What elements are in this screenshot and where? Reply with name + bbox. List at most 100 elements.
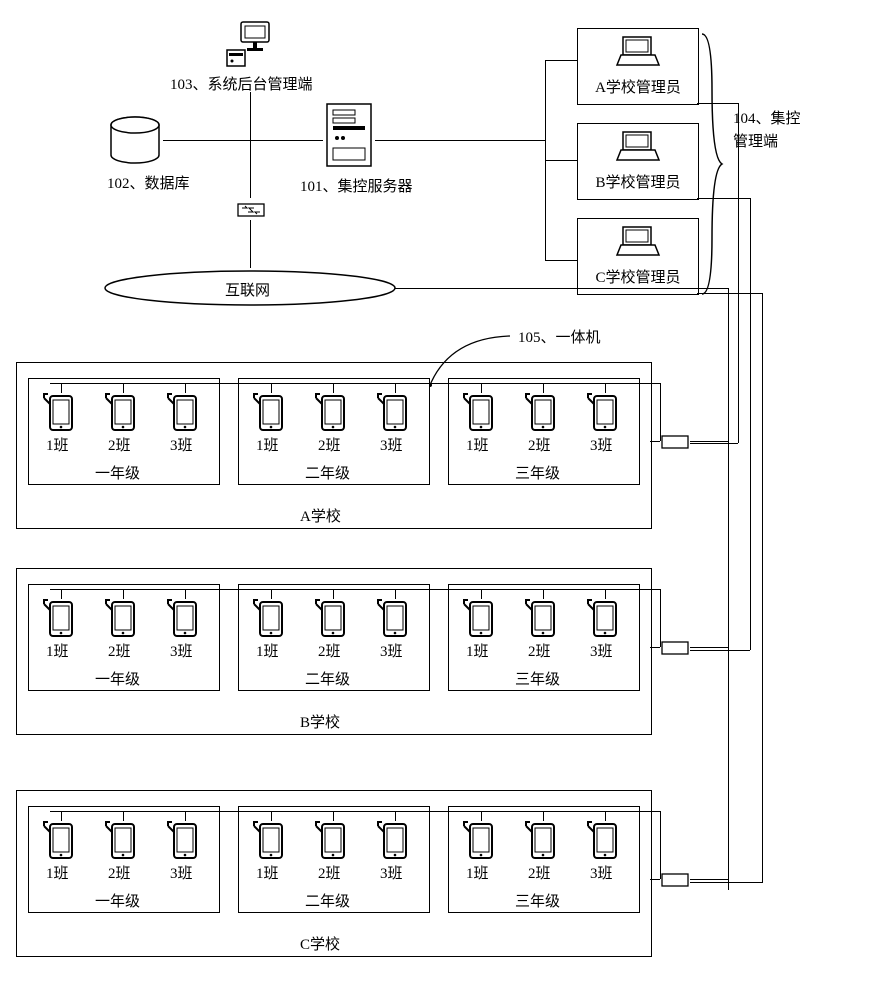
grade-label: 二年级 [305, 890, 350, 911]
switch-icon [660, 636, 690, 658]
tablet-icon [252, 390, 286, 434]
tablet-device [524, 390, 558, 439]
class-label: 1班 [466, 434, 489, 455]
tablet-icon [104, 818, 138, 862]
tablet-icon [42, 390, 76, 434]
tablet-device [524, 596, 558, 645]
tablet-icon [524, 390, 558, 434]
class-label: 2班 [108, 434, 131, 455]
tablet-icon [314, 390, 348, 434]
database-icon [108, 115, 163, 165]
tablet-icon [462, 596, 496, 640]
tablet-device [462, 390, 496, 439]
tablet-icon [462, 818, 496, 862]
tablet-icon [104, 390, 138, 434]
tablet-icon [376, 390, 410, 434]
tablet-device [252, 596, 286, 645]
tablet-device [166, 390, 200, 439]
tablet-device [104, 596, 138, 645]
tablet-icon [252, 818, 286, 862]
grade-label: 二年级 [305, 462, 350, 483]
tablet-icon [166, 596, 200, 640]
tablet-icon [252, 596, 286, 640]
class-label: 3班 [170, 862, 193, 883]
class-label: 1班 [466, 640, 489, 661]
class-label: 1班 [256, 640, 279, 661]
tablet-device [42, 818, 76, 867]
tablet-device [462, 818, 496, 867]
grade-label: 一年级 [95, 462, 140, 483]
server-icon [323, 100, 375, 170]
tablet-device [524, 818, 558, 867]
tablet-device [314, 390, 348, 439]
tablet-icon [462, 390, 496, 434]
class-label: 3班 [590, 434, 613, 455]
admin-b-label: B学校管理员 [578, 171, 698, 192]
tablet-icon [314, 818, 348, 862]
tablet-icon [586, 596, 620, 640]
tablet-icon [166, 390, 200, 434]
class-label: 3班 [380, 434, 403, 455]
tablet-icon [42, 818, 76, 862]
server-label: 101、集控服务器 [300, 175, 413, 196]
class-label: 3班 [170, 640, 193, 661]
tablet-icon [42, 596, 76, 640]
grade-label: 二年级 [305, 668, 350, 689]
backend-label: 103、系统后台管理端 [170, 73, 313, 94]
class-label: 1班 [46, 640, 69, 661]
tablet-device [252, 390, 286, 439]
tablet-device [104, 390, 138, 439]
laptop-icon [615, 225, 661, 259]
tablet-device [42, 596, 76, 645]
class-label: 1班 [256, 434, 279, 455]
tablet-device [376, 390, 410, 439]
class-label: 1班 [256, 862, 279, 883]
class-label: 2班 [528, 434, 551, 455]
admin-a-label: A学校管理员 [578, 76, 698, 97]
tablet-device [462, 596, 496, 645]
class-label: 3班 [380, 640, 403, 661]
admin-c-box: C学校管理员 [577, 218, 699, 295]
tablet-icon [524, 818, 558, 862]
class-label: 1班 [466, 862, 489, 883]
class-label: 2班 [528, 862, 551, 883]
tablet-device [314, 596, 348, 645]
tablet-icon [376, 596, 410, 640]
class-label: 2班 [318, 434, 341, 455]
tablet-icon [586, 818, 620, 862]
ctrl-term-label: 104、集控 管理端 [733, 108, 801, 153]
class-label: 1班 [46, 434, 69, 455]
laptop-icon [615, 35, 661, 69]
tablet-icon [314, 596, 348, 640]
tablet-icon [586, 390, 620, 434]
school-a-title: A学校 [300, 505, 341, 526]
class-label: 1班 [46, 862, 69, 883]
switch-icon [236, 198, 266, 220]
desktop-computer-icon [225, 20, 275, 70]
tablet-device [166, 596, 200, 645]
tablet-device [252, 818, 286, 867]
tablet-icon [104, 596, 138, 640]
tablet-device [166, 818, 200, 867]
tablet-icon [376, 818, 410, 862]
tablet-device [42, 390, 76, 439]
laptop-icon [615, 130, 661, 164]
switch-icon [660, 430, 690, 452]
grade-label: 三年级 [515, 890, 560, 911]
aio-label: 105、一体机 [518, 326, 601, 347]
class-label: 2班 [108, 862, 131, 883]
class-label: 3班 [170, 434, 193, 455]
tablet-device [314, 818, 348, 867]
internet-label: 互联网 [225, 279, 270, 300]
tablet-device [586, 596, 620, 645]
class-label: 2班 [528, 640, 551, 661]
admin-b-box: B学校管理员 [577, 123, 699, 200]
class-label: 3班 [590, 862, 613, 883]
tablet-icon [166, 818, 200, 862]
tablet-device [104, 818, 138, 867]
class-label: 2班 [318, 862, 341, 883]
class-label: 3班 [590, 640, 613, 661]
brace-icon [698, 30, 726, 298]
class-label: 2班 [108, 640, 131, 661]
tablet-device [586, 390, 620, 439]
